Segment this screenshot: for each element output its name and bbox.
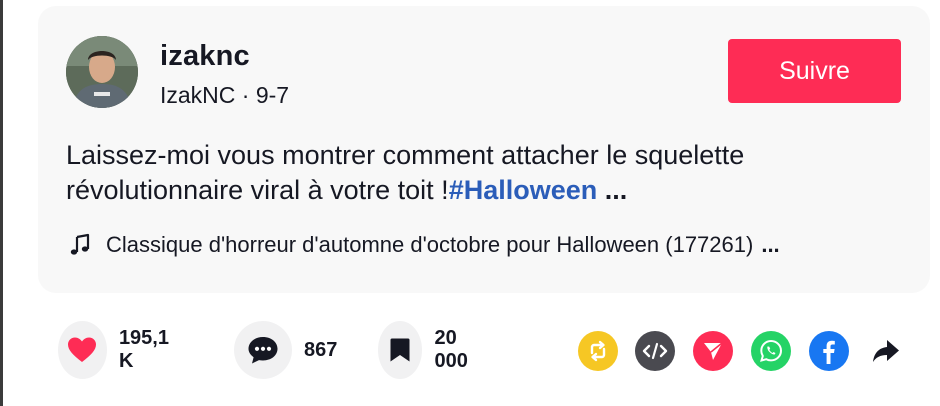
avatar-image [66,36,138,108]
follow-button[interactable]: Suivre [728,39,901,103]
music-note-icon [70,233,90,255]
comment-icon [248,337,278,364]
comment-action[interactable]: 867 [234,321,337,379]
heart-icon [68,337,97,362]
repost-icon[interactable] [578,331,618,371]
embed-glyph [642,342,668,360]
save-count: 20 000 [434,327,468,372]
more-ellipsis[interactable]: ... [597,175,628,205]
post-card: izaknc IzakNC · 9-7 Suivre Laissez-moi v… [38,6,930,293]
like-count: 195,1 K [118,327,169,372]
whatsapp-icon[interactable] [751,331,791,371]
save-action[interactable]: 20 000 [378,321,481,379]
display-name[interactable]: IzakNC [160,82,235,108]
share-arrow-icon[interactable] [866,331,906,371]
facebook-glyph [823,340,835,364]
comment-count: 867 [304,338,338,361]
comment-button[interactable] [234,321,292,379]
post-description: Laissez-moi vous montrer comment attache… [66,138,906,208]
share-arrow-glyph [873,340,899,362]
repost-glyph [590,340,606,362]
music-row[interactable]: Classique d'horreur d'automne d'octobre … [68,232,908,258]
music-title: Classique d'horreur d'automne d'octobre … [106,232,754,257]
window-edge [0,0,3,406]
send-glyph [704,342,723,360]
whatsapp-glyph [760,339,783,362]
music-more: ... [761,232,780,257]
bookmark-icon [390,338,410,362]
like-action[interactable]: 195,1 K [58,321,178,379]
embed-icon[interactable] [635,331,675,371]
hashtag-link[interactable]: #Halloween [449,175,598,205]
post-meta: IzakNC · 9-7 [160,82,289,109]
facebook-icon[interactable] [809,331,849,371]
save-button[interactable] [378,321,423,379]
description-text: Laissez-moi vous montrer comment attache… [66,140,745,205]
meta-separator: · [235,82,256,108]
username[interactable]: izaknc [160,40,250,73]
post-date: 9-7 [255,82,290,108]
avatar[interactable] [66,36,138,108]
like-button[interactable] [58,321,107,379]
send-icon[interactable] [693,331,733,371]
